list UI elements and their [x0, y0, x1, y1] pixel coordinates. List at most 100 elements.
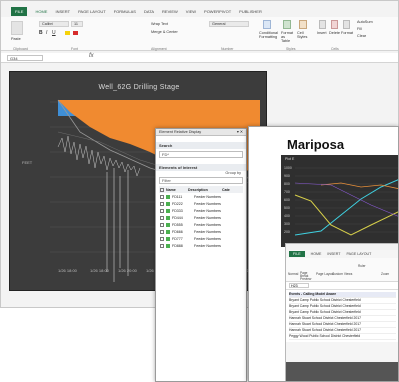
paste-button[interactable]: [11, 21, 23, 35]
cell-styles-label: Cell Styles: [297, 31, 308, 39]
inner-tab-home[interactable]: HOME: [311, 252, 322, 256]
tab-review[interactable]: REVIEW: [162, 9, 178, 14]
tab-view[interactable]: VIEW: [186, 9, 196, 14]
group-styles: Styles: [286, 47, 296, 51]
number-format-select[interactable]: General: [209, 21, 249, 27]
bold-button[interactable]: B: [39, 30, 43, 36]
view-normal-button[interactable]: Normal: [288, 272, 298, 276]
search-input[interactable]: FD*: [159, 151, 243, 158]
font-size-select[interactable]: 11: [71, 21, 83, 27]
tab-formulas[interactable]: FORMULAS: [114, 9, 136, 14]
element-icon: [166, 201, 170, 206]
filter-input[interactable]: Filter: [159, 177, 243, 184]
table-row[interactable]: FD777 Feeder Numbers: [159, 235, 243, 242]
inner-excel-window[interactable]: FILE HOME INSERT PAGE LAYOUT Normal Page…: [285, 243, 398, 381]
underline-button[interactable]: U: [52, 30, 56, 36]
cell-styles-icon[interactable]: [299, 20, 307, 29]
autosum-button[interactable]: AutoSum: [357, 20, 373, 24]
format-table-label: Format as Table: [281, 31, 294, 43]
group-number: Number: [221, 47, 234, 51]
inner-formula-bar: H23: [286, 282, 398, 290]
series-cyan: [294, 179, 398, 236]
table-row[interactable]: FD111 Feeder Numbers: [159, 193, 243, 200]
panel-titlebar[interactable]: Element Relative Display ▾ ✕: [156, 129, 246, 136]
wrap-text-button[interactable]: Wrap Text: [151, 22, 168, 26]
table-row[interactable]: FD555 Feeder Numbers: [159, 221, 243, 228]
tab-publisher[interactable]: PUBLISHER: [239, 9, 262, 14]
col-category[interactable]: Cate: [222, 188, 230, 192]
table-row[interactable]: FD888 Feeder Numbers: [159, 242, 243, 249]
row-checkbox[interactable]: [160, 208, 164, 213]
tab-page-layout[interactable]: PAGE LAYOUT: [78, 9, 106, 14]
panel-title: Element Relative Display: [159, 130, 202, 134]
group-alignment: Alignment: [151, 47, 167, 51]
row-name: FD888: [172, 243, 183, 248]
view-custom-button[interactable]: Custom Views: [332, 272, 352, 276]
ribbon: Paste Calibri 11 B I U Wrap Text Merge &…: [1, 17, 398, 51]
y-tick-5: 500: [284, 206, 290, 210]
select-all-checkbox[interactable]: [160, 187, 164, 192]
zoom-button[interactable]: Zoom: [381, 272, 389, 276]
merge-center-button[interactable]: Merge & Center: [151, 30, 178, 34]
inner-name-box[interactable]: H23: [289, 283, 309, 288]
list-item[interactable]: Peggy Wood Public School District Cheste…: [289, 334, 396, 340]
format-cells-icon[interactable]: [343, 20, 350, 29]
inner-sheet[interactable]: Events - Calling Model Aware Bryant Camp…: [286, 290, 398, 342]
table-row[interactable]: FD444 Feeder Numbers: [159, 214, 243, 221]
insert-cells-icon[interactable]: [319, 20, 326, 29]
elements-section-label: Elements of Interest: [156, 164, 246, 171]
table-row[interactable]: FD222 Feeder Numbers: [159, 200, 243, 207]
col-name[interactable]: Name: [166, 188, 188, 192]
row-desc: Feeder Numbers: [194, 229, 221, 234]
tab-insert[interactable]: INSERT: [55, 9, 70, 14]
tab-home[interactable]: HOME: [35, 9, 47, 14]
inner-bottom-panel: [286, 362, 398, 381]
tab-powerpivot[interactable]: POWERPIVOT: [204, 9, 231, 14]
row-checkbox[interactable]: [160, 215, 164, 220]
col-description[interactable]: Description: [188, 188, 222, 192]
format-table-icon[interactable]: [283, 20, 291, 29]
row-checkbox[interactable]: [160, 201, 164, 206]
font-color-icon[interactable]: [73, 31, 78, 35]
fx-icon[interactable]: fx: [89, 53, 94, 59]
clear-button[interactable]: Clear: [357, 34, 366, 38]
inner-ribbon-tabs: FILE HOME INSERT PAGE LAYOUT: [286, 250, 398, 258]
font-select[interactable]: Calibri: [39, 21, 69, 27]
paste-label: Paste: [11, 37, 21, 41]
y-tick-1: 900: [284, 174, 290, 178]
table-row[interactable]: FD666 Feeder Numbers: [159, 228, 243, 235]
group-by-button[interactable]: Group by: [156, 171, 246, 175]
y-tick-0: 1000: [284, 166, 292, 170]
element-icon: [166, 243, 170, 248]
tab-file[interactable]: FILE: [11, 6, 28, 16]
row-name: FD666: [172, 229, 183, 234]
inner-tab-page-layout[interactable]: PAGE LAYOUT: [347, 252, 372, 256]
name-box[interactable]: G34: [7, 55, 43, 61]
inner-tab-insert[interactable]: INSERT: [327, 252, 340, 256]
mariposa-chart[interactable]: Plot E 1000 900 800 700 600 500 400 300 …: [281, 155, 398, 247]
row-name: FD111: [172, 194, 183, 199]
group-cells: Cells: [331, 47, 339, 51]
panel-window-controls[interactable]: ▾ ✕: [237, 129, 243, 136]
row-checkbox[interactable]: [160, 229, 164, 234]
row-checkbox[interactable]: [160, 194, 164, 199]
y-tick-7: 300: [284, 222, 290, 226]
fill-color-icon[interactable]: [65, 31, 70, 35]
group-font: Font: [71, 47, 79, 51]
row-checkbox[interactable]: [160, 236, 164, 241]
inner-tab-file[interactable]: FILE: [289, 251, 305, 257]
mariposa-window[interactable]: Mariposa Plot E 1000 900 800 700 600 500…: [248, 126, 399, 382]
fill-button[interactable]: Fill: [357, 27, 362, 31]
table-header: Name Description Cate: [159, 186, 243, 193]
row-checkbox[interactable]: [160, 222, 164, 227]
element-icon: [166, 236, 170, 241]
conditional-format-icon[interactable]: [263, 20, 271, 29]
delete-cells-icon[interactable]: [331, 20, 338, 29]
row-checkbox[interactable]: [160, 243, 164, 248]
view-page-break-button[interactable]: Page Break Preview: [300, 271, 312, 281]
tab-data[interactable]: DATA: [144, 9, 154, 14]
table-row[interactable]: FD333 Feeder Numbers: [159, 207, 243, 214]
formula-input[interactable]: [99, 54, 395, 61]
italic-button[interactable]: I: [46, 30, 47, 36]
ruler-checkbox[interactable]: Ruler: [358, 264, 366, 268]
